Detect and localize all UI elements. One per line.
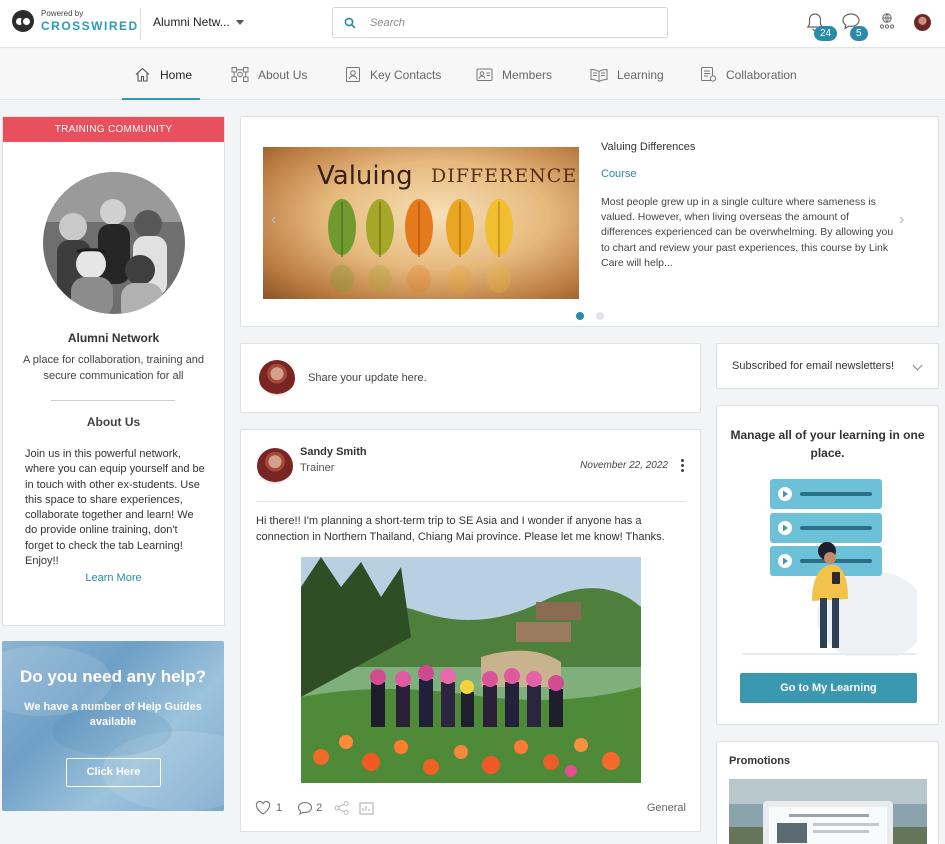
click-here-button[interactable]: Click Here	[66, 758, 161, 787]
post-category-tag[interactable]: General	[647, 802, 686, 814]
carousel-prev-arrow[interactable]: ‹	[271, 211, 276, 229]
course-title[interactable]: Valuing Differences	[601, 141, 695, 153]
main-nav: Home About Us Key Contacts Members Learn…	[0, 49, 945, 100]
leaves-illustration	[328, 199, 513, 293]
promotion-image[interactable]	[729, 779, 927, 844]
share-icon[interactable]	[334, 801, 349, 815]
contacts-icon	[346, 67, 360, 82]
brand-name: CROSSWIRED	[41, 19, 139, 33]
user-avatar[interactable]	[914, 14, 931, 31]
search-box[interactable]	[332, 7, 668, 38]
learning-illustration	[742, 479, 917, 656]
nav-label: Collaboration	[726, 67, 797, 82]
author-name[interactable]: Sandy Smith	[300, 446, 367, 458]
promotions-card: Promotions	[716, 741, 939, 844]
about-icon	[231, 67, 249, 82]
course-image[interactable]: Valuing DIFFERENCES	[263, 147, 579, 299]
top-bar: Powered by CROSSWIRED Alumni Netw... 24 …	[0, 0, 945, 48]
promotions-title: Promotions	[729, 755, 791, 767]
user-avatar	[259, 360, 295, 396]
network-selector[interactable]: Alumni Netw...	[153, 15, 244, 29]
feed-post: Sandy Smith Trainer November 22, 2022 Hi…	[240, 429, 701, 832]
help-card: Do you need any help? We have a number o…	[2, 641, 224, 811]
author-role: Trainer	[300, 462, 335, 474]
learn-more-link[interactable]: Learn More	[3, 572, 224, 584]
course-type-label: Course	[601, 168, 637, 180]
brand-logo[interactable]: Powered by CROSSWIRED	[12, 10, 139, 32]
nav-label: Home	[160, 67, 193, 82]
nav-label: Key Contacts	[370, 67, 442, 82]
go-to-my-learning-button[interactable]: Go to My Learning	[740, 673, 917, 703]
likes-count[interactable]: 1	[276, 802, 282, 814]
more-options-icon[interactable]	[681, 459, 685, 473]
share-update-card[interactable]: Share your update here.	[240, 343, 701, 413]
nav-item-key-contacts[interactable]: Key Contacts	[345, 49, 441, 100]
help-title: Do you need any help?	[19, 667, 207, 686]
community-title: Alumni Network	[67, 331, 160, 345]
newsletter-label: Subscribed for email newsletters!	[732, 360, 895, 372]
carousel-dot-2[interactable]	[596, 312, 604, 320]
course-description: Most people grew up in a single culture …	[601, 196, 894, 269]
author-avatar[interactable]	[257, 448, 293, 484]
learning-title: Manage all of your learning in one place…	[730, 428, 925, 460]
comments-count[interactable]: 2	[316, 802, 322, 814]
nav-item-home[interactable]: Home	[134, 49, 192, 100]
community-description: A place for collaboration, training and …	[22, 354, 204, 382]
network-icon[interactable]	[878, 12, 896, 30]
carousel-dot-1[interactable]	[576, 312, 584, 320]
powered-by-label: Powered by	[41, 9, 84, 18]
search-input[interactable]	[370, 16, 630, 29]
post-text: Hi there!! I'm planning a short-term tri…	[256, 515, 665, 543]
nav-item-about-us[interactable]: About Us	[231, 49, 307, 100]
post-image[interactable]	[301, 557, 641, 783]
community-photo	[43, 172, 185, 314]
community-header: TRAINING COMMUNITY	[3, 117, 224, 142]
nav-item-learning[interactable]: Learning	[590, 49, 664, 100]
share-update-input[interactable]: Share your update here.	[308, 372, 427, 384]
active-tab-indicator	[122, 98, 200, 100]
learning-icon	[590, 68, 608, 82]
collaboration-icon	[701, 67, 717, 82]
home-icon	[135, 67, 150, 82]
notifications-badge[interactable]: 24	[814, 26, 838, 41]
post-actions: 1 2	[255, 801, 374, 815]
featured-carousel: Valuing DIFFERENCES ‹ › Valuing Differen…	[240, 116, 939, 327]
help-subtitle: We have a number of Help Guides availabl…	[24, 701, 202, 728]
comment-icon[interactable]	[297, 801, 313, 815]
network-name: Alumni Netw...	[153, 15, 230, 29]
nav-label: About Us	[258, 67, 308, 82]
post-date: November 22, 2022	[580, 460, 668, 471]
heart-icon[interactable]	[255, 801, 271, 815]
community-card: TRAINING COMMUNITY Alumni Network A plac…	[2, 116, 225, 626]
members-icon	[476, 68, 493, 81]
divider	[140, 8, 141, 40]
analytics-icon[interactable]	[359, 802, 374, 815]
learning-card: Manage all of your learning in one place…	[716, 405, 939, 725]
nav-label: Learning	[617, 67, 664, 82]
nav-item-collaboration[interactable]: Collaboration	[700, 49, 797, 100]
nav-item-members[interactable]: Members	[476, 49, 552, 100]
search-icon	[344, 17, 356, 29]
divider	[51, 400, 175, 401]
chevron-down-icon	[235, 19, 244, 25]
newsletter-dropdown[interactable]: Subscribed for email newsletters!	[716, 343, 939, 389]
owl-logo-icon	[12, 10, 34, 32]
messages-badge[interactable]: 5	[850, 26, 868, 41]
about-heading: About Us	[86, 415, 141, 429]
divider	[257, 501, 686, 502]
chevron-down-icon[interactable]	[912, 360, 923, 371]
about-text: Join us in this powerful network, where …	[25, 448, 205, 568]
nav-label: Members	[502, 67, 553, 82]
